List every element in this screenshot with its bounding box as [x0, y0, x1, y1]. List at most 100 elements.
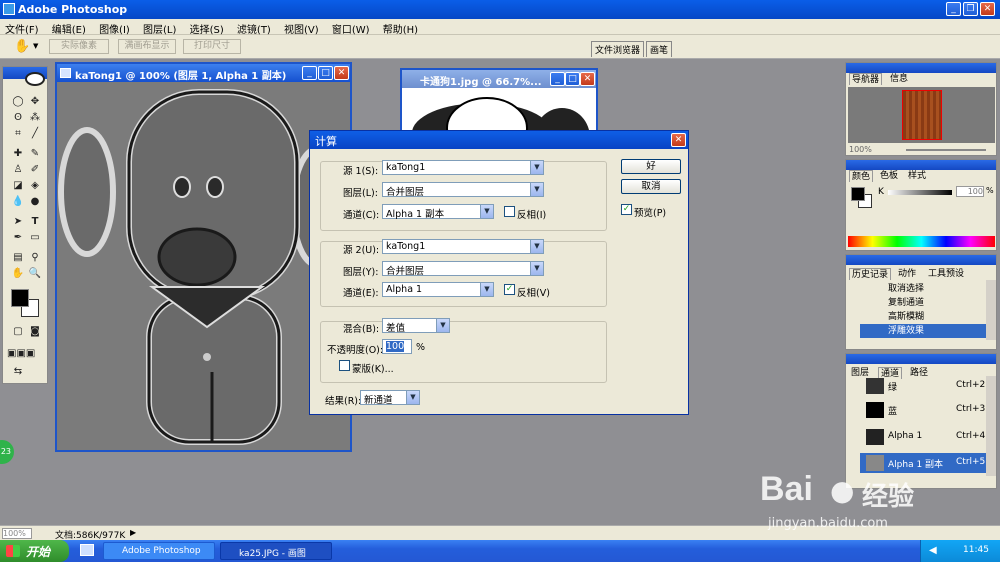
clock[interactable]: 11:45: [963, 545, 989, 555]
lasso-tool-icon[interactable]: ʘ: [11, 111, 25, 125]
blend-select[interactable]: 差值 ▼: [382, 318, 450, 334]
channel1-select[interactable]: Alpha 1 副本 ▼: [382, 204, 494, 220]
doc2-maximize-button[interactable]: □: [565, 72, 580, 86]
opacity-value: 100: [386, 341, 405, 352]
foreground-color-swatch[interactable]: [11, 289, 29, 307]
source1-select[interactable]: kaTong1 ▼: [382, 160, 544, 175]
document-window-katong[interactable]: kaTong1 @ 100% (图层 1, Alpha 1 副本) _ □ ✕: [55, 62, 352, 452]
doc2-minimize-button[interactable]: _: [550, 72, 565, 86]
channel2-select[interactable]: Alpha 1 ▼: [382, 282, 494, 297]
tab-actions[interactable]: 动作: [896, 268, 918, 280]
type-tool-icon[interactable]: T: [28, 215, 42, 229]
notes-tool-icon[interactable]: ▤: [11, 251, 25, 265]
close-button[interactable]: ✕: [980, 2, 995, 16]
navigator-zoom-slider[interactable]: [906, 149, 986, 151]
preview-checkbox[interactable]: ✓: [621, 204, 632, 215]
mask-label[interactable]: 蒙版(K)...: [352, 361, 394, 375]
doc-close-button[interactable]: ✕: [334, 66, 349, 80]
chevron-down-icon[interactable]: ▼: [33, 42, 38, 50]
dodge-tool-icon[interactable]: ●: [28, 195, 42, 209]
k-value-input[interactable]: 100: [956, 186, 984, 197]
fit-screen-button[interactable]: 满画布显示: [118, 39, 176, 54]
stamp-tool-icon[interactable]: ♙: [11, 163, 25, 177]
quickmask-off-icon[interactable]: ▢: [11, 325, 25, 339]
tab-history[interactable]: 历史记录: [849, 268, 892, 280]
invert1-label[interactable]: 反相(I): [517, 207, 546, 221]
quicklaunch-icon[interactable]: [80, 544, 94, 556]
preview-label[interactable]: 预览(P): [634, 205, 666, 219]
tab-info[interactable]: 信息: [888, 73, 910, 85]
tab-tool-presets[interactable]: 工具预设: [926, 268, 966, 280]
jump-imageready-icon[interactable]: ⇆: [11, 365, 25, 379]
magic-wand-icon[interactable]: ⁂: [28, 111, 42, 125]
fill-tool-icon[interactable]: ◈: [28, 179, 42, 193]
screen-mode-icon[interactable]: ▣▣▣: [7, 347, 35, 361]
tab-styles[interactable]: 样式: [906, 170, 928, 182]
status-zoom[interactable]: 100%: [2, 528, 32, 539]
tab-file-browser[interactable]: 文件浏览器: [591, 41, 645, 57]
doc2-close-button[interactable]: ✕: [580, 72, 595, 86]
photoshop-eye-icon[interactable]: [25, 72, 45, 86]
channel-row-alpha1-copy[interactable]: Alpha 1 副本 Ctrl+5: [860, 453, 986, 473]
invert2-checkbox[interactable]: ✓: [504, 284, 515, 295]
opacity-input[interactable]: 100: [382, 339, 412, 354]
healing-brush-icon[interactable]: ✚: [11, 147, 25, 161]
history-item[interactable]: 取消选择: [846, 282, 986, 296]
blur-tool-icon[interactable]: 💧: [11, 195, 25, 209]
dialog-close-button[interactable]: ✕: [671, 133, 686, 147]
channel-row-blue[interactable]: 蓝 Ctrl+3: [846, 400, 986, 420]
mask-checkbox[interactable]: [339, 360, 350, 371]
layer1-select[interactable]: 合并图层 ▼: [382, 182, 544, 198]
hand-icon[interactable]: ✋: [11, 267, 25, 281]
layer2-select[interactable]: 合并图层 ▼: [382, 261, 544, 277]
slice-tool-icon[interactable]: ╱: [28, 127, 42, 141]
brush-tool-icon[interactable]: ✎: [28, 147, 42, 161]
eyedropper-icon[interactable]: ⚲: [28, 251, 42, 265]
k-slider[interactable]: [888, 190, 952, 195]
cancel-button[interactable]: 取消: [621, 179, 681, 194]
document-window-cartoon-dog[interactable]: 卡通狗1.jpg @ 66.7%... _ □ ✕: [400, 68, 598, 133]
floating-badge[interactable]: 23: [0, 440, 14, 464]
task-paint[interactable]: ka25.JPG - 画图: [220, 542, 332, 560]
print-size-button[interactable]: 打印尺寸: [183, 39, 241, 54]
history-item-selected[interactable]: 浮雕效果: [860, 324, 986, 338]
restore-button[interactable]: ❐: [963, 2, 978, 16]
tab-navigator[interactable]: 导航器: [849, 73, 883, 85]
history-item[interactable]: 高斯模糊: [846, 310, 986, 324]
pen-tool-icon[interactable]: ✒: [11, 231, 25, 245]
status-arrow-icon[interactable]: ▶: [130, 528, 136, 537]
doc-minimize-button[interactable]: _: [302, 66, 317, 80]
hand-tool-icon[interactable]: ✋: [14, 39, 30, 54]
invert2-label[interactable]: 反相(V): [517, 285, 550, 299]
marquee-tool-icon[interactable]: ◯: [11, 95, 25, 109]
color-fg-swatch[interactable]: [851, 187, 865, 201]
navigator-zoom[interactable]: 100%: [849, 145, 872, 154]
tab-swatches[interactable]: 色板: [878, 170, 900, 182]
network-icon[interactable]: ◀: [929, 545, 937, 556]
channel-row-alpha1[interactable]: Alpha 1 Ctrl+4: [846, 427, 986, 447]
color-spectrum-bar[interactable]: [848, 236, 995, 247]
history-item[interactable]: 复制通道: [846, 296, 986, 310]
channel-row-green[interactable]: 绿 Ctrl+2: [846, 376, 986, 396]
tab-brushes[interactable]: 画笔: [646, 41, 673, 57]
tab-color[interactable]: 颜色: [849, 170, 874, 182]
source2-select[interactable]: kaTong1 ▼: [382, 239, 544, 254]
eraser-tool-icon[interactable]: ◪: [11, 179, 25, 193]
ok-button[interactable]: 好: [621, 159, 681, 174]
actual-pixels-button[interactable]: 实际像素: [49, 39, 109, 54]
history-scrollbar[interactable]: [986, 280, 996, 340]
navigator-view-box[interactable]: [902, 90, 942, 140]
doc-maximize-button[interactable]: □: [318, 66, 333, 80]
quickmask-on-icon[interactable]: ◙: [28, 325, 42, 339]
channels-scrollbar[interactable]: [986, 376, 996, 476]
zoom-tool-icon[interactable]: 🔍: [28, 267, 42, 281]
move-tool-icon[interactable]: ✥: [28, 95, 42, 109]
invert1-checkbox[interactable]: [504, 206, 515, 217]
shape-tool-icon[interactable]: ▭: [28, 231, 42, 245]
minimize-button[interactable]: _: [946, 2, 961, 16]
history-brush-icon[interactable]: ✐: [28, 163, 42, 177]
path-select-icon[interactable]: ➤: [11, 215, 25, 229]
result-select[interactable]: 新通道 ▼: [360, 390, 420, 406]
crop-tool-icon[interactable]: ⌗: [11, 127, 25, 141]
task-photoshop[interactable]: Adobe Photoshop: [103, 542, 215, 560]
